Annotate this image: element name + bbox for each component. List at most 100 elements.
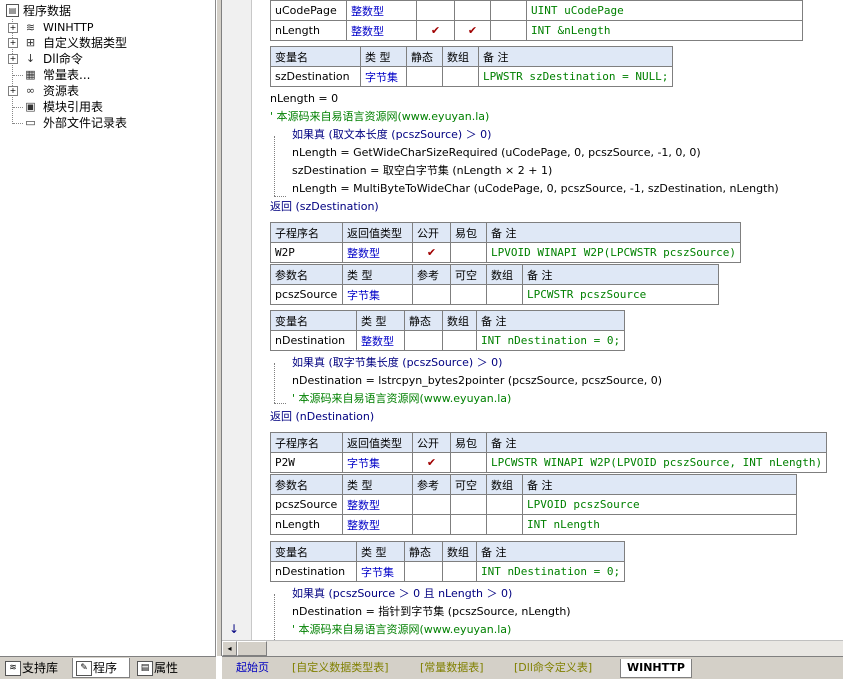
code-editor[interactable]: uCodePage 整数型 UINT uCodePage nLength 整数型…: [252, 0, 843, 640]
var-table: 变量名 类 型 静态 数组 备 注 szDestination 字节集 LPWS…: [270, 46, 674, 87]
var-type[interactable]: 整数型: [356, 330, 405, 351]
tab-winhttp[interactable]: WINHTTP: [620, 659, 692, 678]
param-name[interactable]: pcszSource: [270, 494, 343, 515]
table-header: 变量名 类 型 静态 数组 备 注: [270, 541, 626, 562]
table-header: 变量名 类 型 静态 数组 备 注: [270, 310, 626, 331]
tab-label: 程序: [93, 661, 118, 675]
code-return-line[interactable]: 返回 (nDestination): [270, 408, 374, 426]
tree-item-label: 模块引用表: [43, 100, 104, 114]
sub-public[interactable]: ✔: [412, 452, 451, 473]
code-line[interactable]: nDestination = 指针到字节集 (pcszSource, nLeng…: [292, 603, 571, 621]
tab-support-library[interactable]: ≋ 支持库: [2, 658, 68, 678]
param-type[interactable]: 整数型: [346, 20, 417, 41]
code-line[interactable]: nDestination = lstrcpyn_bytes2pointer (p…: [292, 372, 662, 390]
expand-icon[interactable]: +: [8, 23, 18, 33]
param-table: 参数名 类 型 参考 可空 数组 备 注 pcszSource 整数型 LPVO…: [270, 474, 797, 535]
param-table: 参数名 类 型 参考 可空 数组 备 注 pcszSource 字节集 LPCW…: [270, 264, 719, 305]
param-type[interactable]: 整数型: [342, 494, 413, 515]
table-header: 变量名 类 型 静态 数组 备 注: [270, 46, 674, 67]
tree-item-resource[interactable]: + ∞ 资源表: [6, 83, 206, 99]
tree-root[interactable]: ▤ 程序数据: [6, 3, 206, 19]
tree-item-label: 自定义数据类型: [43, 36, 128, 50]
var-type[interactable]: 字节集: [360, 66, 407, 87]
code-return-line[interactable]: 返回 (szDestination): [270, 198, 379, 216]
param-opt[interactable]: [454, 0, 491, 21]
program-tab-icon: ✎: [76, 661, 92, 676]
var-note[interactable]: LPWSTR szDestination = NULL;: [477, 66, 674, 87]
code-if-line[interactable]: 如果真 (取字节集长度 (pcszSource) ＞ 0): [292, 354, 502, 372]
param-type[interactable]: 整数型: [346, 0, 417, 21]
table-row: nLength 整数型 ✔ ✔ INT &nLength: [270, 20, 803, 41]
param-arr[interactable]: [490, 0, 527, 21]
expand-icon[interactable]: +: [8, 38, 18, 48]
datatype-icon: ⊞: [25, 36, 36, 49]
tab-dll-table[interactable]: [Dll命令定义表]: [514, 659, 592, 677]
param-note[interactable]: INT &nLength: [526, 20, 803, 41]
sub-note[interactable]: LPCWSTR WINAPI W2P(LPVOID pcszSource, IN…: [485, 452, 828, 473]
library-icon: ≋: [25, 21, 36, 34]
tab-constant-table[interactable]: [常量数据表]: [420, 659, 484, 677]
code-line[interactable]: nLength = 0: [270, 90, 338, 108]
expand-icon[interactable]: +: [8, 54, 18, 64]
sub-return-type[interactable]: 整数型: [342, 242, 413, 263]
horizontal-scrollbar[interactable]: ◂: [222, 640, 843, 656]
param-note[interactable]: LPVOID pcszSource: [522, 494, 797, 515]
tree-root-label: 程序数据: [23, 4, 72, 18]
param-ref[interactable]: [416, 0, 455, 21]
table-header: 参数名 类 型 参考 可空 数组 备 注: [270, 264, 719, 285]
code-line[interactable]: nLength = MultiByteToWideChar (uCodePage…: [292, 180, 779, 198]
tab-start-page[interactable]: 起始页: [236, 659, 269, 677]
var-name[interactable]: szDestination: [270, 66, 361, 87]
code-if-line[interactable]: 如果真 (取文本长度 (pcszSource) ＞ 0): [292, 126, 491, 144]
param-type[interactable]: 整数型: [342, 514, 413, 535]
tree-item-file[interactable]: ▭ 外部文件记录表: [6, 115, 206, 131]
table-row: pcszSource 字节集 LPCWSTR pcszSource: [270, 284, 719, 305]
scroll-thumb[interactable]: [237, 641, 267, 656]
var-table: 变量名 类 型 静态 数组 备 注 nDestination 字节集 INT n…: [270, 541, 626, 582]
sub-return-type[interactable]: 字节集: [342, 452, 413, 473]
param-ref[interactable]: ✔: [416, 20, 455, 41]
scroll-left-button[interactable]: ◂: [222, 641, 237, 656]
code-comment[interactable]: ' 本源码来自易语言资源网(www.eyuyan.la): [270, 108, 489, 126]
var-note[interactable]: INT nDestination = 0;: [475, 330, 626, 351]
param-table: uCodePage 整数型 UINT uCodePage nLength 整数型…: [270, 0, 803, 41]
table-row: nDestination 整数型 INT nDestination = 0;: [270, 330, 626, 351]
code-comment[interactable]: ' 本源码来自易语言资源网(www.eyuyan.la): [292, 621, 511, 639]
tab-custom-datatype[interactable]: [自定义数据类型表]: [292, 659, 389, 677]
tab-properties[interactable]: ▤ 属性: [134, 658, 194, 678]
var-note[interactable]: INT nDestination = 0;: [475, 561, 626, 582]
param-name[interactable]: nLength: [270, 514, 343, 535]
param-opt[interactable]: ✔: [454, 20, 491, 41]
param-name[interactable]: pcszSource: [270, 284, 343, 305]
code-line[interactable]: nLength = GetWideCharSizeRequired (uCode…: [292, 144, 701, 162]
resource-icon: ∞: [25, 84, 36, 97]
tree-item-label: Dll命令: [43, 52, 83, 66]
param-arr[interactable]: [490, 20, 527, 41]
code-if-line[interactable]: 如果真 (pcszSource ＞ 0 且 nLength ＞ 0): [292, 585, 512, 603]
tree-item-winhttp[interactable]: + ≋ WINHTTP: [6, 20, 206, 36]
library-tab-icon: ≋: [5, 661, 21, 676]
tab-program[interactable]: ✎ 程序: [72, 658, 130, 678]
sub-note[interactable]: LPVOID WINAPI W2P(LPCWSTR pcszSource): [485, 242, 742, 263]
param-type[interactable]: 字节集: [342, 284, 413, 305]
tree-item-datatype[interactable]: + ⊞ 自定义数据类型: [6, 35, 206, 51]
param-name[interactable]: nLength: [270, 20, 347, 41]
var-name[interactable]: nDestination: [270, 561, 357, 582]
code-line[interactable]: szDestination = 取空白字节集 (nLength × 2 + 1): [292, 162, 552, 180]
param-note[interactable]: INT nLength: [522, 514, 797, 535]
param-name[interactable]: uCodePage: [270, 0, 347, 21]
expand-icon[interactable]: +: [8, 86, 18, 96]
param-note[interactable]: LPCWSTR pcszSource: [522, 284, 719, 305]
sub-public[interactable]: ✔: [412, 242, 451, 263]
sub-name[interactable]: W2P: [270, 242, 343, 263]
var-name[interactable]: nDestination: [270, 330, 357, 351]
var-type[interactable]: 字节集: [356, 561, 405, 582]
tree-item-dll[interactable]: + ↓ Dll命令: [6, 51, 206, 67]
param-note[interactable]: UINT uCodePage: [526, 0, 803, 21]
tree-item-module[interactable]: ▣ 模块引用表: [6, 99, 206, 115]
code-comment[interactable]: ' 本源码来自易语言资源网(www.eyuyan.la): [292, 390, 511, 408]
sub-name[interactable]: P2W: [270, 452, 343, 473]
tree-item-constant[interactable]: ▦ 常量表...: [6, 67, 206, 83]
tree-item-label: 资源表: [43, 84, 80, 98]
module-icon: ▣: [25, 100, 36, 113]
